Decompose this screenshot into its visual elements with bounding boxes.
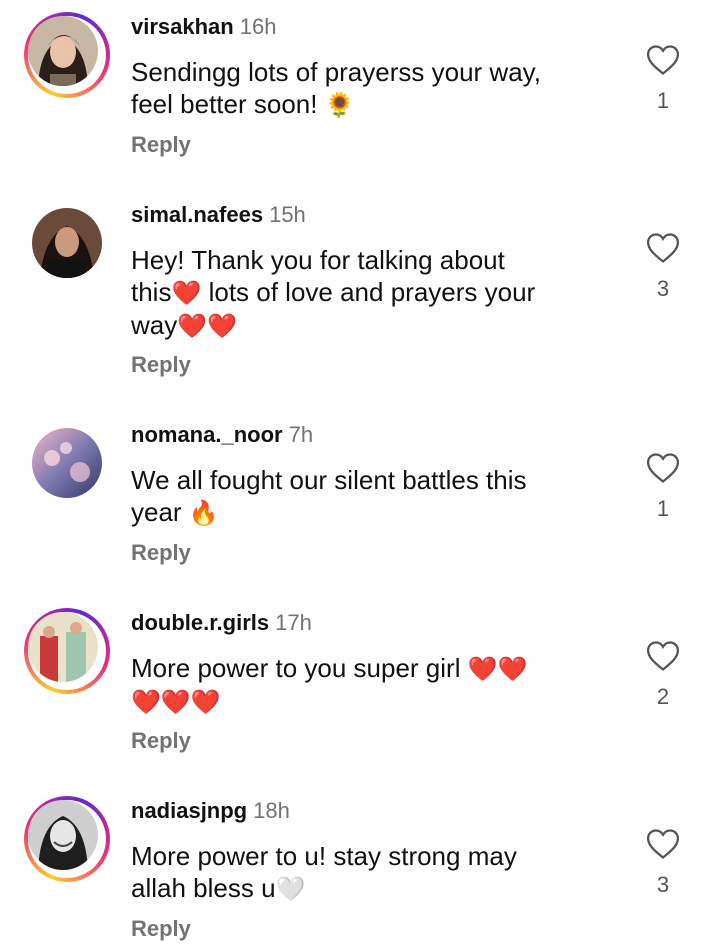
like-count: 2 (656, 684, 670, 709)
reply-button[interactable]: Reply (131, 916, 191, 942)
avatar[interactable] (24, 608, 110, 694)
like-button[interactable] (646, 232, 682, 264)
username[interactable]: simal.nafees (131, 202, 263, 227)
comment-text: We all fought our silent battles this yea… (131, 464, 611, 529)
fire-emoji: 🔥 (188, 499, 219, 527)
avatar-photo (32, 428, 102, 498)
timestamp: 7h (288, 422, 314, 447)
avatar[interactable] (24, 200, 110, 286)
reply-button[interactable]: Reply (131, 352, 191, 378)
comment-meta: simal.nafees 15h (131, 200, 306, 230)
avatar[interactable] (24, 12, 110, 98)
comment-text: More power to u! stay strong may allah bl… (131, 840, 611, 905)
reply-button[interactable]: Reply (131, 728, 191, 754)
white-heart-emoji: 🤍 (275, 875, 306, 903)
heart-icon (646, 641, 680, 671)
avatar[interactable] (24, 796, 110, 882)
heart-icon (646, 45, 680, 75)
timestamp: 15h (269, 202, 306, 227)
comment-text: More power to you super girl ❤️❤️ ❤️❤️❤️ (131, 652, 611, 718)
username[interactable]: nomana._noor (131, 422, 283, 447)
avatar-photo (32, 208, 102, 278)
like-button[interactable] (646, 44, 682, 76)
heart-emoji: ❤️❤️❤️ (131, 688, 221, 716)
comment-meta: nomana._noor 7h (131, 420, 313, 450)
avatar-photo (28, 800, 98, 870)
avatar[interactable] (24, 420, 110, 506)
comment-text: Sendingg lots of prayerss your way, feel … (131, 56, 611, 121)
username[interactable]: double.r.girls (131, 610, 269, 635)
username[interactable]: virsakhan (131, 14, 234, 39)
avatar-photo (28, 16, 98, 86)
like-button[interactable] (646, 640, 682, 672)
avatar-photo (28, 612, 98, 682)
heart-icon (646, 453, 680, 483)
reply-button[interactable]: Reply (131, 540, 191, 566)
heart-emoji: ❤️❤️ (177, 312, 238, 340)
like-button[interactable] (646, 828, 682, 860)
comment-body: More power to u! stay strong may allah bl… (131, 841, 517, 903)
timestamp: 16h (239, 14, 277, 39)
username[interactable]: nadiasjnpg (131, 798, 247, 823)
like-count: 3 (656, 276, 670, 301)
comment-body: More power to you super girl (131, 653, 468, 683)
like-count: 1 (656, 88, 670, 113)
like-count: 3 (656, 872, 670, 897)
comment-meta: nadiasjnpg 18h (131, 796, 290, 826)
timestamp: 18h (253, 798, 290, 823)
like-count: 1 (656, 496, 670, 521)
timestamp: 17h (275, 610, 312, 635)
comment-text: Hey! Thank you for talking about this❤️ l… (131, 244, 611, 342)
sunflower-emoji: 🌻 (324, 91, 355, 119)
comment-meta: double.r.girls 17h (131, 608, 312, 638)
heart-emoji: ❤️❤️ (467, 655, 528, 683)
heart-icon (646, 829, 680, 859)
like-button[interactable] (646, 452, 682, 484)
heart-emoji: ❤️ (171, 279, 202, 307)
comment-meta: virsakhan 16h (131, 12, 276, 42)
reply-button[interactable]: Reply (131, 132, 191, 158)
heart-icon (646, 233, 680, 263)
